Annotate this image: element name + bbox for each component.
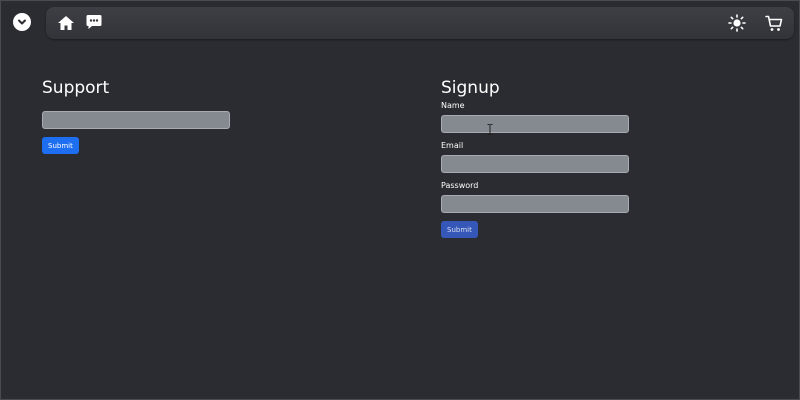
sun-icon[interactable] bbox=[727, 13, 747, 33]
password-label: Password bbox=[441, 181, 479, 190]
name-field[interactable] bbox=[441, 115, 629, 133]
app-window: Support Submit Signup Name Email Passwor… bbox=[0, 0, 800, 400]
top-navbar bbox=[46, 7, 794, 39]
support-input[interactable] bbox=[42, 111, 230, 129]
chat-icon[interactable] bbox=[84, 12, 104, 32]
chevron-down-circle-icon[interactable] bbox=[13, 13, 31, 31]
signup-submit-button[interactable]: Submit bbox=[441, 221, 478, 238]
home-icon[interactable] bbox=[56, 13, 76, 33]
text-cursor-icon bbox=[487, 120, 493, 135]
email-label: Email bbox=[441, 141, 464, 150]
support-title: Support bbox=[42, 78, 110, 98]
email-field[interactable] bbox=[441, 155, 629, 173]
password-field[interactable] bbox=[441, 195, 629, 213]
cart-icon[interactable] bbox=[764, 13, 784, 33]
signup-title: Signup bbox=[441, 78, 500, 98]
support-submit-button[interactable]: Submit bbox=[42, 137, 79, 154]
name-label: Name bbox=[441, 101, 465, 110]
